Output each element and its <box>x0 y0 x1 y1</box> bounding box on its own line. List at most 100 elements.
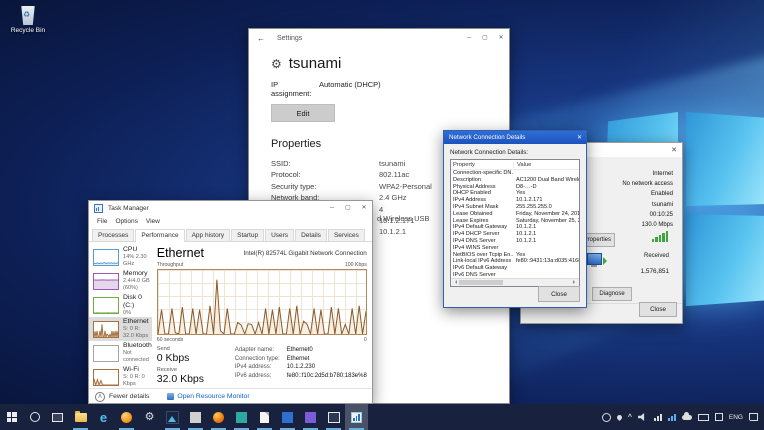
sidebar-item-cpu[interactable]: CPU14% 2.30 GHz <box>89 245 152 269</box>
task-manager-menubar: FileOptionsView <box>89 216 372 227</box>
start-button[interactable] <box>0 404 23 430</box>
property-label: SSID: <box>271 158 379 169</box>
diagnose-button[interactable]: Diagnose <box>592 287 632 301</box>
status-value: 00:10:25 <box>622 210 673 220</box>
details-row[interactable]: IPv4 DHCP Server10.1.2.1 <box>451 231 579 238</box>
bar <box>668 418 670 421</box>
tray-person-icon[interactable] <box>602 413 611 422</box>
scroll-left-icon[interactable] <box>453 280 457 284</box>
details-row[interactable]: NetBIOS over Tcpip En...Yes <box>451 252 579 259</box>
details-row[interactable]: Link-local IPv6 Addressfe80::9431:13a:d0… <box>451 258 579 265</box>
scrollbar-thumb[interactable] <box>459 280 503 285</box>
cortana-search-button[interactable] <box>23 404 46 430</box>
back-icon[interactable]: ← <box>257 34 265 43</box>
task-view-button[interactable] <box>46 404 69 430</box>
details-row[interactable]: Connection-specific DN... <box>451 170 579 177</box>
tab-processes[interactable]: Processes <box>92 229 134 241</box>
column-value[interactable]: Value <box>514 162 531 168</box>
recycle-bin-shortcut[interactable]: Recycle Bin <box>8 6 48 34</box>
menu-file[interactable]: File <box>93 218 111 225</box>
sidebar-item-disk-0-c-[interactable]: Disk 0 (C:)0% <box>89 293 152 317</box>
tray-action-center-icon[interactable] <box>749 413 758 421</box>
file-explorer-icon[interactable] <box>69 404 92 430</box>
open-resource-monitor-link[interactable]: Open Resource Monitor <box>167 393 249 400</box>
tray-cloud-icon[interactable] <box>682 415 692 420</box>
tray-action-center-icon-glyph <box>749 413 758 421</box>
details-property: IPv4 DNS Server <box>451 238 513 245</box>
close-icon[interactable]: ✕ <box>577 134 582 141</box>
app-teal-icon[interactable] <box>230 404 253 430</box>
tab-users[interactable]: Users <box>265 229 294 241</box>
sidebar-item-memory[interactable]: Memory2.4/4.0 GB (60%) <box>89 269 152 293</box>
app-window-icon[interactable] <box>322 404 345 430</box>
details-row[interactable]: IPv4 DNS Server10.1.2.1 <box>451 238 579 245</box>
details-row[interactable]: DHCP EnabledYes <box>451 190 579 197</box>
bluesq-glyph <box>282 412 293 423</box>
column-property[interactable]: Property <box>451 162 514 168</box>
firefox-glyph <box>213 412 224 423</box>
sidebar-item-bluetooth[interactable]: BluetoothNot connected <box>89 341 152 365</box>
app-orange-icon[interactable] <box>115 404 138 430</box>
close-icon[interactable]: ✕ <box>493 31 509 46</box>
tab-performance[interactable]: Performance <box>135 229 184 242</box>
tray-network-icon[interactable] <box>668 414 676 421</box>
tray-language-label[interactable]: ENG <box>729 414 743 421</box>
menu-options[interactable]: Options <box>111 218 141 225</box>
tab-app-history[interactable]: App history <box>186 229 231 241</box>
app-gray-icon[interactable] <box>184 404 207 430</box>
tray-box-icon[interactable] <box>715 413 723 421</box>
edit-button[interactable]: Edit <box>271 104 335 122</box>
notepad-app-icon[interactable] <box>253 404 276 430</box>
close-icon[interactable]: ✕ <box>356 201 372 216</box>
horizontal-scrollbar[interactable] <box>451 278 579 286</box>
details-row[interactable]: IPv4 Subnet Mask255.255.255.0 <box>451 204 579 211</box>
minimize-icon[interactable]: ─ <box>461 31 477 46</box>
tab-services[interactable]: Services <box>328 229 365 241</box>
details-row[interactable]: IPv4 WINS Server <box>451 245 579 252</box>
menu-view[interactable]: View <box>142 218 164 225</box>
sidebar-item-wi-fi[interactable]: Wi-FiS: 0 R: 0 Kbps <box>89 365 152 389</box>
maximize-icon[interactable]: ▢ <box>477 31 493 46</box>
details-row[interactable]: IPv4 Default Gateway10.1.2.1 <box>451 224 579 231</box>
details-row[interactable]: Lease ExpiresSaturday, November 25, 2017… <box>451 218 579 225</box>
dialog-close-button[interactable]: Close <box>538 286 580 302</box>
tray-signal-bars-icon[interactable] <box>654 414 662 421</box>
tray-box-icon-glyph <box>715 413 723 421</box>
details-row[interactable]: IPv4 Address10.1.2.171 <box>451 197 579 204</box>
wifi-close-button[interactable]: Close <box>639 302 677 317</box>
task-manager-icon[interactable] <box>345 404 368 430</box>
graysq-glyph <box>190 412 201 423</box>
maximize-icon[interactable]: ▢ <box>340 201 356 216</box>
detail-label: Adapter name: <box>235 346 287 355</box>
close-icon[interactable]: ✕ <box>671 146 677 154</box>
details-value: AC1200 Dual Band Wireless USB Adap... <box>513 177 579 184</box>
tab-details[interactable]: Details <box>295 229 327 241</box>
tm-glyph <box>351 412 362 423</box>
scroll-right-icon[interactable] <box>573 280 577 284</box>
firefox-browser-icon[interactable] <box>207 404 230 430</box>
fewer-details-button[interactable]: ᐱ Fewer details <box>95 392 149 402</box>
details-property: IPv4 Address <box>451 197 513 204</box>
details-listview[interactable]: Property Value Connection-specific DN...… <box>450 159 580 287</box>
app-blue-icon[interactable] <box>276 404 299 430</box>
tray-chevron-up-icon[interactable]: ^ <box>628 414 632 421</box>
details-value: 255.255.255.0 <box>513 204 552 211</box>
app-purple-icon[interactable] <box>299 404 322 430</box>
edge-glyph: e <box>100 411 107 424</box>
tab-startup[interactable]: Startup <box>231 229 264 241</box>
tray-keyboard-icon[interactable] <box>698 414 709 421</box>
tray-speaker-icon[interactable] <box>638 413 648 421</box>
edge-browser-icon[interactable]: e <box>92 404 115 430</box>
tray-pin-icon[interactable] <box>617 415 622 420</box>
details-row[interactable]: Physical AddressD8-…-D <box>451 184 579 191</box>
details-row[interactable]: IPv6 Default Gateway <box>451 265 579 272</box>
details-row[interactable]: Lease ObtainedFriday, November 24, 2017 … <box>451 211 579 218</box>
resource-monitor-label: Open Resource Monitor <box>177 393 249 400</box>
minimize-icon[interactable]: ─ <box>324 201 340 216</box>
sidebar-item-ethernet[interactable]: EthernetS: 0 R: 32.0 Kbps <box>89 317 152 341</box>
photos-app-icon[interactable] <box>161 404 184 430</box>
settings-gear-icon[interactable]: ⚙ <box>138 404 161 430</box>
details-row[interactable]: DescriptionAC1200 Dual Band Wireless USB… <box>451 177 579 184</box>
details-value: Yes <box>513 252 525 259</box>
tray-person-icon-glyph <box>602 413 611 422</box>
